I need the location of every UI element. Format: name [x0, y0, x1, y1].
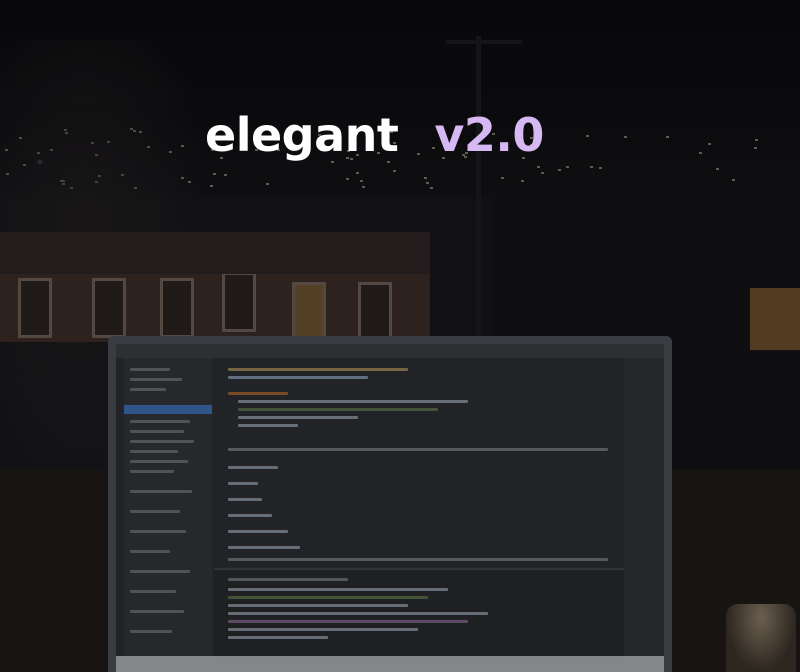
hero-title: elegant v2.0 [205, 108, 544, 168]
dark-overlay [0, 0, 800, 672]
brand-name: elegant [205, 108, 399, 162]
version-label: v2.0 [434, 108, 544, 162]
background-photo: elegant v2.0 [0, 0, 800, 672]
